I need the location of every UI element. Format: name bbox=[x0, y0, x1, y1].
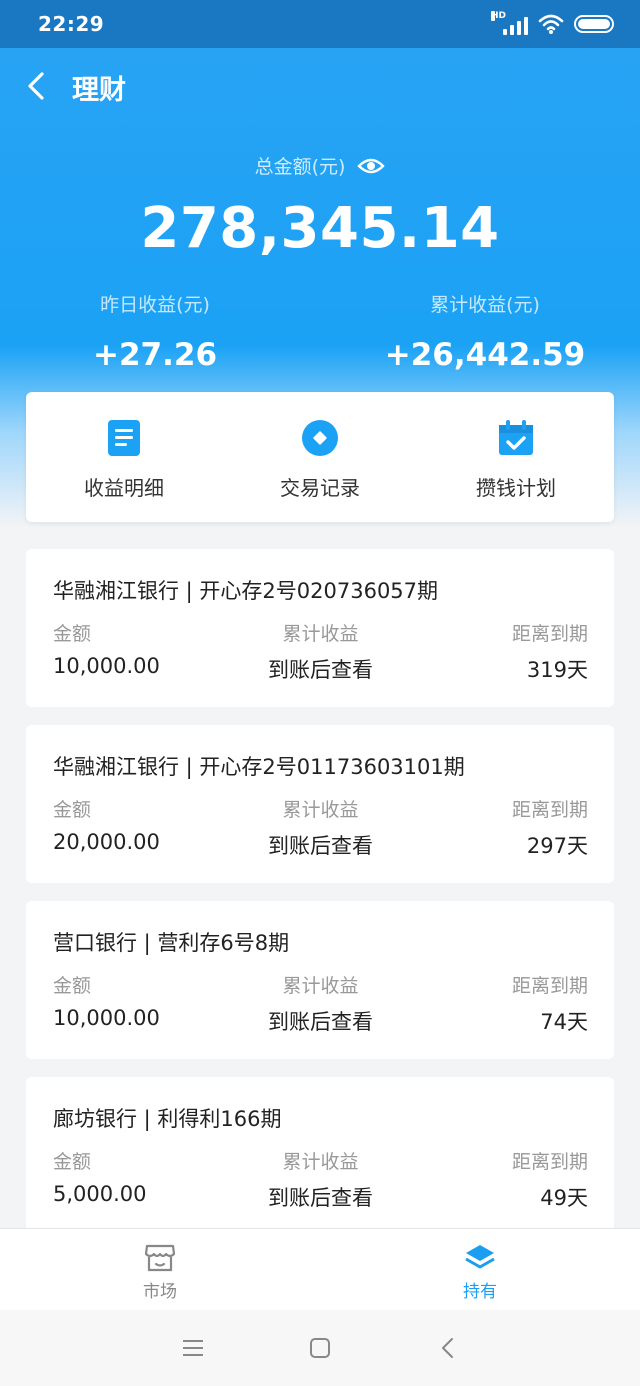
earnings-label: 累计收益 bbox=[282, 623, 359, 645]
back-button[interactable] bbox=[20, 68, 52, 104]
tab-market[interactable]: 市场 bbox=[0, 1229, 320, 1310]
earnings-detail-label: 收益明细 bbox=[84, 476, 164, 500]
holding-amount: 10,000.00 bbox=[53, 1006, 160, 1030]
total-amount-label: 总金额(元) bbox=[254, 156, 346, 178]
transaction-records-label: 交易记录 bbox=[280, 476, 360, 500]
holding-earnings: 到账后查看 bbox=[268, 834, 373, 858]
status-icons: HD bbox=[491, 11, 614, 35]
holding-maturity: 297天 bbox=[526, 834, 588, 858]
holding-amount: 5,000.00 bbox=[53, 1182, 147, 1206]
bottom-tab-bar: 市场 持有 bbox=[0, 1228, 640, 1310]
menu-icon bbox=[183, 1340, 204, 1356]
menu-button[interactable] bbox=[173, 1328, 213, 1368]
holding-maturity: 319天 bbox=[526, 658, 588, 682]
status-bar: 22:29 HD bbox=[0, 0, 640, 48]
cumulative-earnings: 累计收益(元) +26,442.59 bbox=[355, 290, 615, 373]
holding-title: 营口银行 | 营利存6号8期 bbox=[53, 931, 290, 955]
holding-card[interactable]: 华融湘江银行 | 开心存2号020736057期 金额 累计收益 距离到期 10… bbox=[26, 549, 614, 707]
home-button[interactable] bbox=[300, 1328, 340, 1368]
maturity-label: 距离到期 bbox=[511, 799, 588, 821]
savings-plan-label: 攒钱计划 bbox=[476, 476, 556, 500]
earnings-detail-button[interactable]: 收益明细 bbox=[26, 392, 222, 522]
document-icon bbox=[104, 418, 144, 458]
cumulative-earnings-value: +26,442.59 bbox=[384, 337, 586, 373]
holding-card[interactable]: 廊坊银行 | 利得利166期 金额 累计收益 距离到期 5,000.00 到账后… bbox=[26, 1077, 614, 1235]
layers-icon bbox=[465, 1245, 495, 1269]
home-square-icon bbox=[309, 1338, 330, 1358]
quick-actions-card: 收益明细 交易记录 攒钱计划 bbox=[26, 392, 614, 522]
total-amount: 278,345.14 bbox=[140, 196, 500, 261]
amount-label: 金额 bbox=[53, 799, 92, 821]
tab-holdings[interactable]: 持有 bbox=[320, 1229, 640, 1310]
toggle-visibility-button[interactable] bbox=[357, 156, 386, 176]
yesterday-earnings-value: +27.26 bbox=[92, 337, 218, 373]
tab-market-label: 市场 bbox=[143, 1282, 177, 1302]
chevron-left-icon bbox=[441, 1338, 453, 1358]
status-time: 22:29 bbox=[38, 12, 105, 36]
tab-holdings-label: 持有 bbox=[463, 1282, 497, 1302]
maturity-label: 距离到期 bbox=[511, 975, 588, 997]
holding-earnings: 到账后查看 bbox=[268, 1186, 373, 1210]
total-amount-label-row: 总金额(元) bbox=[0, 152, 640, 179]
calendar-check-icon bbox=[496, 418, 536, 458]
transaction-records-button[interactable]: 交易记录 bbox=[222, 392, 418, 522]
network-type-label: HD bbox=[491, 11, 507, 21]
system-back-button[interactable] bbox=[427, 1328, 467, 1368]
earnings-label: 累计收益 bbox=[282, 799, 359, 821]
system-navigation-bar bbox=[0, 1310, 640, 1386]
holding-amount: 10,000.00 bbox=[53, 654, 160, 678]
eye-icon bbox=[357, 158, 386, 173]
maturity-label: 距离到期 bbox=[511, 1151, 588, 1173]
holding-title: 华融湘江银行 | 开心存2号01173603101期 bbox=[53, 755, 465, 779]
page-title: 理财 bbox=[72, 75, 126, 106]
holding-title: 华融湘江银行 | 开心存2号020736057期 bbox=[53, 579, 439, 603]
signal-icon: HD bbox=[491, 11, 528, 35]
battery-icon bbox=[574, 15, 614, 33]
savings-plan-button[interactable]: 攒钱计划 bbox=[418, 392, 614, 522]
holding-maturity: 74天 bbox=[540, 1010, 588, 1034]
record-icon bbox=[300, 418, 340, 458]
wifi-icon bbox=[538, 14, 564, 34]
yesterday-earnings-label: 昨日收益(元) bbox=[100, 294, 210, 316]
holding-amount: 20,000.00 bbox=[53, 830, 160, 854]
earnings-label: 累计收益 bbox=[282, 975, 359, 997]
holding-title: 廊坊银行 | 利得利166期 bbox=[53, 1107, 282, 1131]
amount-label: 金额 bbox=[53, 623, 92, 645]
amount-label: 金额 bbox=[53, 975, 92, 997]
holdings-list: 华融湘江银行 | 开心存2号020736057期 金额 累计收益 距离到期 10… bbox=[26, 549, 614, 1253]
holding-maturity: 49天 bbox=[540, 1186, 588, 1210]
chevron-left-icon bbox=[28, 72, 44, 100]
holding-earnings: 到账后查看 bbox=[268, 658, 373, 682]
yesterday-earnings: 昨日收益(元) +27.26 bbox=[25, 290, 285, 373]
cumulative-earnings-label: 累计收益(元) bbox=[430, 294, 540, 316]
maturity-label: 距离到期 bbox=[511, 623, 588, 645]
holding-earnings: 到账后查看 bbox=[268, 1010, 373, 1034]
amount-label: 金额 bbox=[53, 1151, 92, 1173]
earnings-label: 累计收益 bbox=[282, 1151, 359, 1173]
holding-card[interactable]: 营口银行 | 营利存6号8期 金额 累计收益 距离到期 10,000.00 到账… bbox=[26, 901, 614, 1059]
holding-card[interactable]: 华融湘江银行 | 开心存2号01173603101期 金额 累计收益 距离到期 … bbox=[26, 725, 614, 883]
store-icon bbox=[144, 1244, 176, 1272]
